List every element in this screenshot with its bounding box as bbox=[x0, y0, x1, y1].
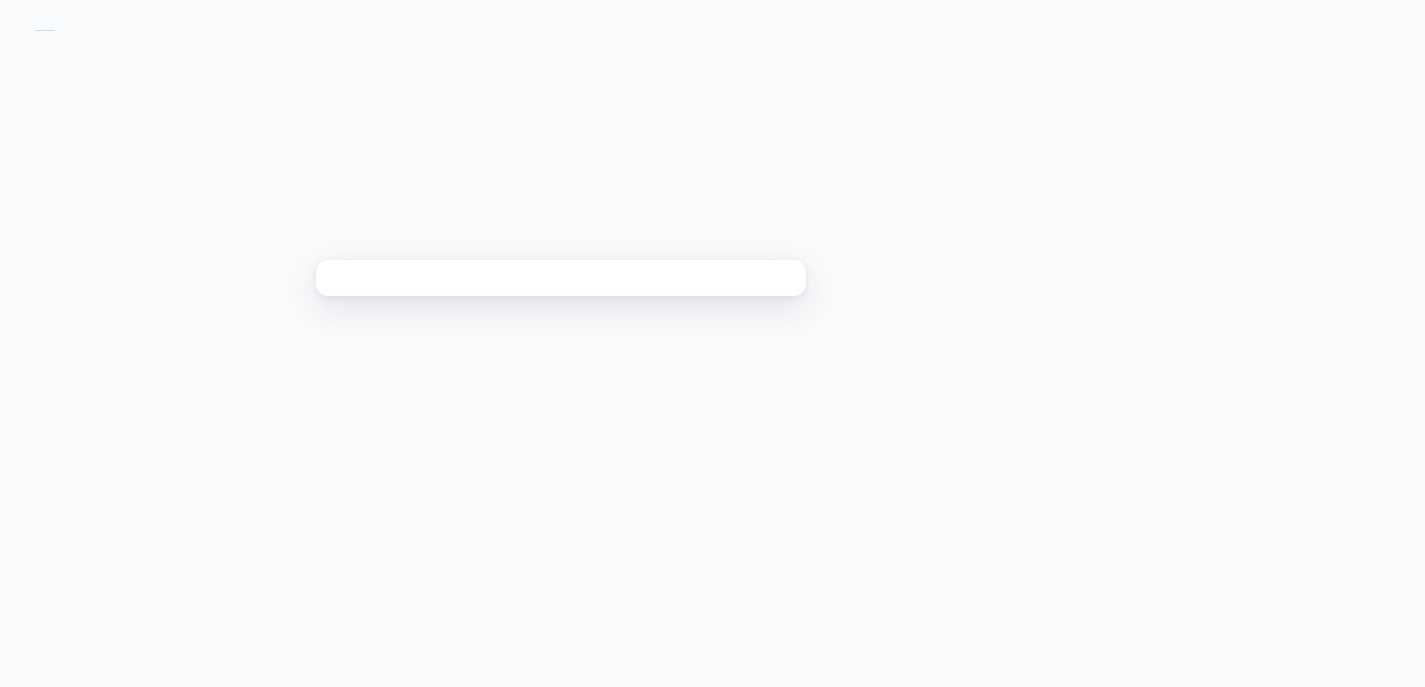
divider-line bbox=[35, 30, 55, 31]
aws-services-section bbox=[0, 0, 1425, 89]
beanstalk-dropdown-menu bbox=[316, 260, 806, 296]
section-header bbox=[35, 30, 1390, 31]
